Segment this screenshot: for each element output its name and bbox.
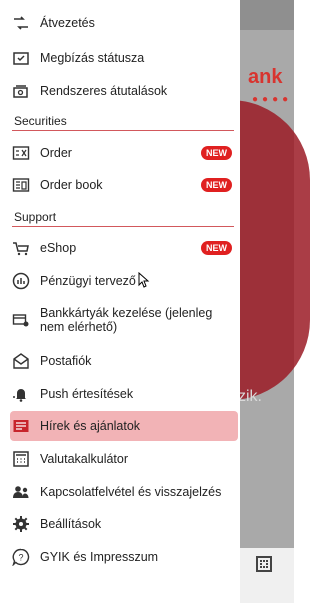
- background-text: zik.: [238, 388, 262, 405]
- contact-icon: [12, 483, 30, 501]
- menu-item-order[interactable]: Order NEW: [10, 138, 236, 168]
- order-icon: [12, 144, 30, 162]
- menu-item-label: Hírek és ajánlatok: [40, 419, 141, 433]
- new-badge: NEW: [201, 241, 232, 255]
- menu-item-label: eShop: [40, 241, 77, 255]
- menu-item-order-book[interactable]: Order book NEW: [10, 170, 236, 200]
- menu-item-kapcsolatfelvetel[interactable]: Kapcsolatfelvétel és visszajelzés: [10, 477, 236, 507]
- menu-item-atvezetes[interactable]: Átvezetés: [10, 8, 236, 38]
- background-brand-text: ank: [248, 66, 283, 88]
- new-badge: NEW: [201, 178, 232, 192]
- new-badge: NEW: [201, 146, 232, 160]
- calculator-icon: [12, 450, 30, 468]
- menu-item-label: Push értesítések: [40, 387, 134, 401]
- menu-item-eshop[interactable]: eShop NEW: [10, 233, 236, 263]
- mailbox-icon: [12, 352, 30, 370]
- menu-item-valutakalkulator[interactable]: Valutakalkulátor: [10, 444, 236, 474]
- section-divider: [12, 130, 234, 131]
- cart-icon: [12, 239, 30, 257]
- section-title-securities: Securities: [14, 114, 67, 128]
- side-drawer: Átvezetés Megbízás státusza Rendszeres á…: [0, 0, 240, 603]
- menu-item-label: Átvezetés: [40, 16, 95, 30]
- menu-item-gyik-es-impresszum[interactable]: ? GYIK és Impresszum: [10, 542, 236, 572]
- menu-item-beallitasok[interactable]: Beállítások: [10, 509, 236, 539]
- menu-item-label: Beállítások: [40, 517, 102, 531]
- menu-item-bankkartyak-kezelese[interactable]: Bankkártyák kezelése (jelenleg nem elérh…: [10, 302, 236, 338]
- menu-item-label: Bankkártyák kezelése (jelenleg nem elérh…: [40, 306, 213, 334]
- finance-planner-icon: [12, 272, 30, 290]
- menu-item-label: GYIK és Impresszum: [40, 550, 159, 564]
- menu-item-label: Rendszeres átutalások: [40, 84, 168, 98]
- faq-icon: ?: [12, 548, 30, 566]
- menu-item-label: Order: [40, 146, 72, 160]
- section-title-support: Support: [14, 210, 57, 224]
- menu-item-postafiok[interactable]: Postafiók: [10, 346, 236, 376]
- menu-item-hirek-es-ajanlatok[interactable]: Hírek és ajánlatok: [10, 411, 238, 441]
- menu-item-label: Valutakalkulátor: [40, 452, 129, 466]
- section-divider: [12, 226, 234, 227]
- menu-item-label: Order book: [40, 178, 103, 192]
- settings-icon: [12, 515, 30, 533]
- card-settings-icon: [12, 311, 30, 329]
- news-icon: [12, 417, 30, 435]
- mouse-cursor-icon: [138, 272, 150, 288]
- menu-item-label: Megbízás státusza: [40, 51, 145, 65]
- carousel-dots: ●●●●: [252, 94, 293, 105]
- push-notification-icon: [12, 385, 30, 403]
- menu-item-label: Postafiók: [40, 354, 92, 368]
- menu-item-megbizas-statusza[interactable]: Megbízás státusza: [10, 43, 236, 73]
- qr-icon[interactable]: [256, 556, 272, 572]
- menu-item-rendszeres-atutalasok[interactable]: Rendszeres átutalások: [10, 76, 236, 106]
- menu-item-label: Kapcsolatfelvétel és visszajelzés: [40, 485, 222, 499]
- order-book-icon: [12, 176, 30, 194]
- transfer-icon: [12, 14, 30, 32]
- menu-item-push-ertesitesek[interactable]: Push értesítések: [10, 379, 236, 409]
- recurring-transfer-icon: [12, 82, 30, 100]
- svg-text:?: ?: [18, 553, 23, 563]
- menu-item-penzugyi-tervezo[interactable]: Pénzügyi tervező: [10, 266, 236, 296]
- order-status-icon: [12, 49, 30, 67]
